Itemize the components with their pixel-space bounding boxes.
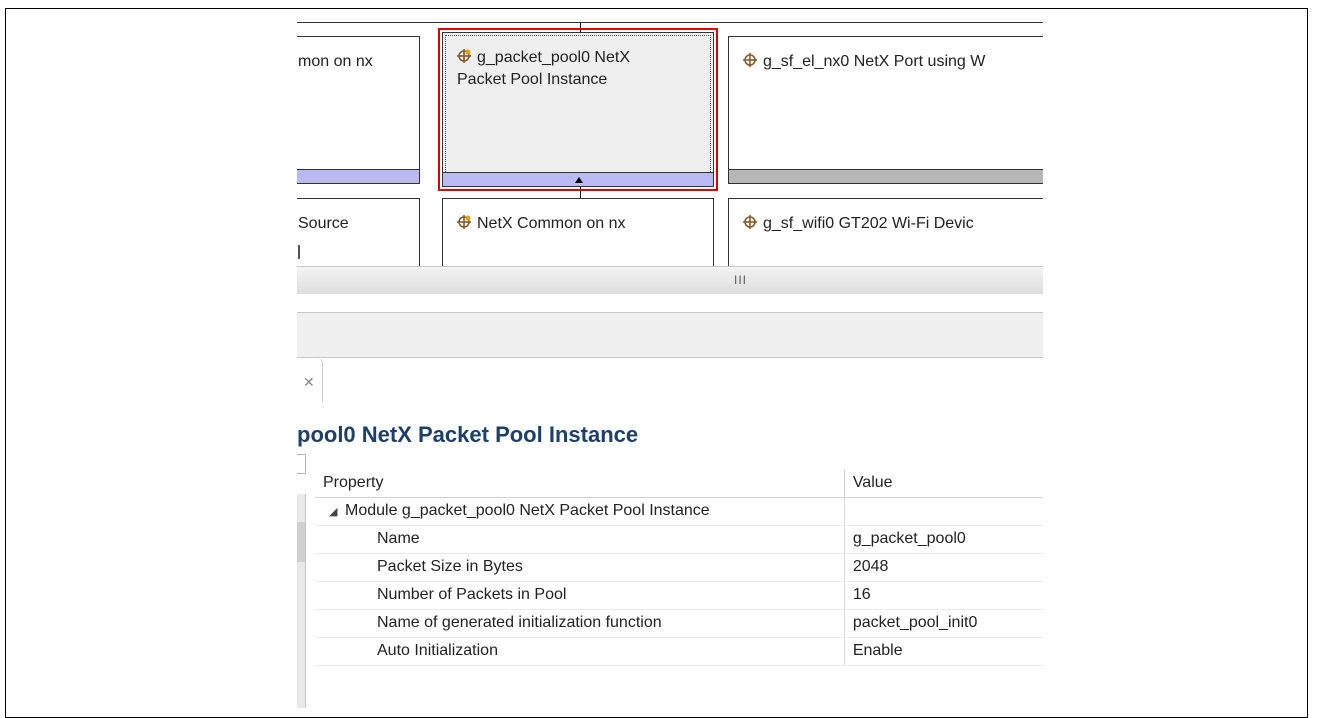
value-cell[interactable]: g_packet_pool0 [844, 525, 1043, 554]
close-icon[interactable]: ✕ [303, 374, 315, 391]
property-cell: Number of Packets in Pool [315, 581, 845, 610]
property-cell: Packet Size in Bytes [315, 553, 845, 582]
module-netx-port[interactable]: g_sf_el_nx0 NetX Port using W [728, 36, 1043, 184]
group-label: Module g_packet_pool0 NetX Packet Pool I… [345, 502, 710, 519]
panel-header-bar [297, 312, 1043, 358]
property-cell: Name [315, 525, 845, 554]
table-row[interactable]: Packet Size in Bytes 2048 [315, 553, 1043, 582]
module-label: mon on nx [298, 53, 373, 70]
module-icon [743, 214, 757, 229]
table-row[interactable]: Name of generated initialization functio… [315, 609, 1043, 638]
spacer [297, 294, 1043, 312]
column-header-value[interactable]: Value [844, 469, 1043, 498]
module-label: NetX Common on nx [477, 215, 626, 232]
module-icon [743, 52, 757, 67]
module-label: Source [298, 215, 349, 232]
module-label: g_sf_wifi0 GT202 Wi-Fi Devic [763, 215, 974, 232]
screenshot-region: mon on nx g_packet_pool0 NetX Packet Poo… [297, 22, 1043, 708]
table-group-row[interactable]: ◢ Module g_packet_pool0 NetX Packet Pool … [315, 497, 1043, 526]
table-row[interactable]: Number of Packets in Pool 16 [315, 581, 1043, 610]
properties-title: pool0 NetX Packet Pool Instance [297, 422, 639, 447]
value-cell[interactable]: packet_pool_init0 [844, 609, 1043, 638]
scrollbar-grip[interactable]: III [734, 273, 747, 287]
value-cell[interactable]: 16 [844, 581, 1043, 610]
scrollbar-thumb[interactable] [297, 522, 305, 562]
properties-table: Property Value ◢ Module g_packet_pool0 Ne… [315, 469, 1043, 666]
diagram-top-line [297, 22, 1043, 23]
properties-tab[interactable]: ✕ [297, 358, 323, 402]
left-panel-edge [297, 454, 306, 474]
module-bar [729, 169, 1043, 183]
property-cell: Auto Initialization [315, 637, 845, 666]
module-warning-icon [457, 214, 471, 229]
group-cell: ◢ Module g_packet_pool0 NetX Packet Pool … [315, 497, 845, 526]
vertical-scrollbar[interactable] [297, 494, 306, 708]
property-cell: Name of generated initialization functio… [315, 609, 845, 638]
collapse-triangle-icon[interactable]: ◢ [329, 505, 339, 518]
table-header-row: Property Value [315, 469, 1043, 498]
horizontal-scrollbar[interactable]: III [297, 266, 1043, 296]
module-diagram: mon on nx g_packet_pool0 NetX Packet Poo… [297, 22, 1043, 278]
selection-highlight-box [438, 28, 718, 191]
group-value-cell [844, 497, 1043, 526]
column-header-property[interactable]: Property [315, 469, 845, 498]
module-label: g_sf_el_nx0 NetX Port using W [763, 53, 986, 70]
value-cell[interactable]: Enable [844, 637, 1043, 666]
table-row[interactable]: Name g_packet_pool0 [315, 525, 1043, 554]
text-cursor [298, 245, 300, 259]
module-bar [297, 169, 419, 183]
table-row[interactable]: Auto Initialization Enable [315, 637, 1043, 666]
module-netx-common-top[interactable]: mon on nx [297, 36, 420, 184]
value-cell[interactable]: 2048 [844, 553, 1043, 582]
